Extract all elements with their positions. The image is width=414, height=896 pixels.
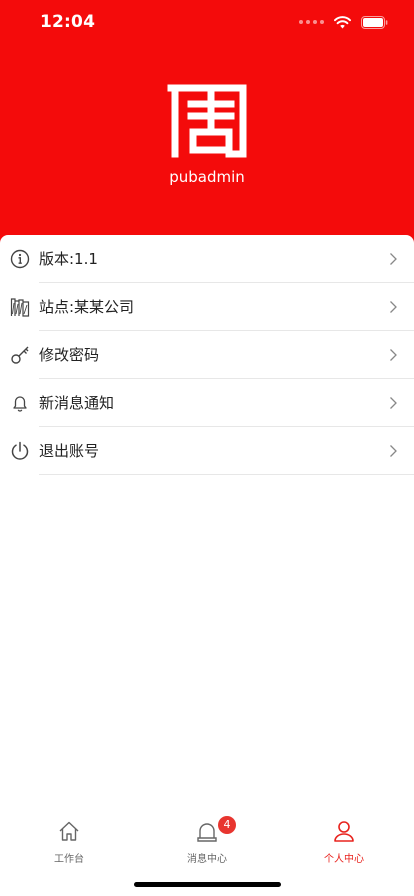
- tab-label: 消息中心: [187, 854, 227, 865]
- wifi-icon: [334, 15, 351, 28]
- signal-icon: [299, 20, 324, 24]
- status-icons: [299, 14, 388, 30]
- battery-icon: [361, 15, 388, 29]
- chevron-right-icon: [390, 445, 397, 457]
- username: pubadmin: [169, 168, 245, 186]
- chevron-right-icon: [390, 397, 397, 409]
- building-icon: [10, 298, 30, 317]
- key-icon: [11, 346, 29, 364]
- unread-badge: 4: [218, 816, 236, 834]
- bell-icon: [13, 396, 27, 412]
- menu-item-site[interactable]: 站点:某某公司: [0, 283, 414, 331]
- home-indicator: [134, 882, 281, 887]
- person-icon: [334, 821, 354, 842]
- tab-label: 工作台: [54, 854, 84, 865]
- status-bar: 12:04: [0, 0, 414, 46]
- menu-item-label: 版本:1.1: [39, 250, 98, 268]
- menu-item-change-password[interactable]: 修改密码: [0, 331, 414, 379]
- tab-workbench[interactable]: 工作台: [19, 820, 119, 868]
- menu-card: 版本:1.1 站点:某某公司 修改密码 新消息通知 退出账号: [0, 235, 414, 895]
- menu-item-label: 站点:某某公司: [39, 298, 135, 316]
- divider: [39, 474, 414, 475]
- avatar-logo-icon: [167, 84, 247, 158]
- info-icon: [10, 249, 30, 269]
- tab-profile[interactable]: 个人中心: [294, 820, 394, 868]
- profile-header: 12:04 pubadmin: [0, 0, 414, 262]
- power-icon: [11, 441, 29, 460]
- status-time: 12:04: [40, 12, 96, 32]
- tab-label: 个人中心: [324, 854, 364, 865]
- menu-item-logout[interactable]: 退出账号: [0, 427, 414, 475]
- chevron-right-icon: [390, 349, 397, 361]
- tab-messages[interactable]: 4 消息中心: [157, 816, 257, 868]
- menu-item-version[interactable]: 版本:1.1: [0, 235, 414, 283]
- message-bell-icon: [197, 823, 217, 842]
- chevron-right-icon: [390, 301, 397, 313]
- menu-item-label: 修改密码: [39, 346, 100, 364]
- home-icon: [59, 821, 79, 841]
- menu-item-label: 退出账号: [39, 442, 100, 460]
- chevron-right-icon: [390, 253, 397, 265]
- menu-item-notifications[interactable]: 新消息通知: [0, 379, 414, 427]
- menu-item-label: 新消息通知: [39, 394, 115, 412]
